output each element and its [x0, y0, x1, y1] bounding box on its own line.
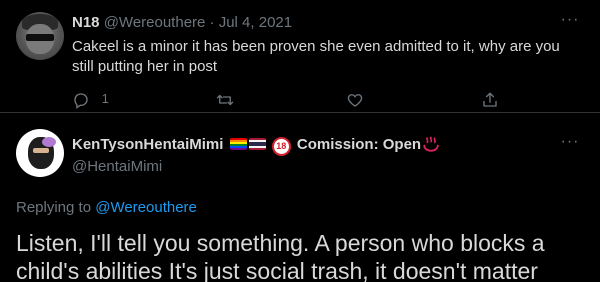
tweet-text: Listen, I'll tell you something. A perso…: [16, 229, 586, 282]
tweet-header: N18 @Wereouthere · Jul 4, 2021: [72, 13, 292, 33]
reply-tweet[interactable]: N18 @Wereouthere · Jul 4, 2021 ··· Cakee…: [0, 0, 600, 113]
display-name-text: KenTysonHentaiMimi: [72, 136, 224, 153]
separator-dot: ·: [209, 14, 215, 31]
more-options-icon[interactable]: ···: [560, 134, 580, 156]
user-handle[interactable]: @HentaiMimi: [72, 157, 162, 177]
avatar[interactable]: [16, 12, 64, 60]
thailand-flag-icon: [248, 138, 266, 150]
tweet-date[interactable]: Jul 4, 2021: [219, 14, 292, 31]
no-under-18-icon: 18: [271, 137, 291, 156]
replying-label: Replying to: [16, 199, 92, 216]
hot-springs-icon: [422, 135, 440, 153]
user-handle[interactable]: @Wereouthere: [104, 14, 206, 31]
reply-icon: [72, 91, 94, 109]
avatar[interactable]: [16, 129, 64, 177]
retweet-button[interactable]: [215, 88, 235, 110]
share-button[interactable]: [481, 88, 499, 110]
tweet-actions: 1: [72, 88, 512, 110]
tweet-text-line: Listen, I'll tell you something. A perso…: [16, 230, 545, 256]
tweet-thread: N18 @Wereouthere · Jul 4, 2021 ··· Cakee…: [0, 0, 600, 282]
name-suffix: Comission: Open: [296, 136, 422, 153]
reply-button[interactable]: 1: [72, 88, 109, 110]
mention-link[interactable]: @Wereouthere: [95, 199, 197, 216]
replying-to: Replying to @Wereouthere: [16, 198, 197, 218]
rainbow-flag-icon: [229, 138, 247, 150]
tweet-text-line: child's abilities It's just social trash…: [16, 258, 538, 282]
like-icon: [346, 91, 364, 107]
retweet-icon: [215, 91, 235, 106]
share-icon: [481, 91, 499, 107]
tweet-text: Cakeel is a minor it has been proven she…: [72, 38, 560, 75]
display-name[interactable]: KenTysonHentaiMimi 18 Comission: Open: [72, 135, 440, 156]
like-button[interactable]: [346, 88, 364, 110]
display-name[interactable]: N18: [72, 14, 100, 31]
more-options-icon[interactable]: ···: [560, 12, 580, 34]
reply-count: 1: [101, 91, 109, 106]
